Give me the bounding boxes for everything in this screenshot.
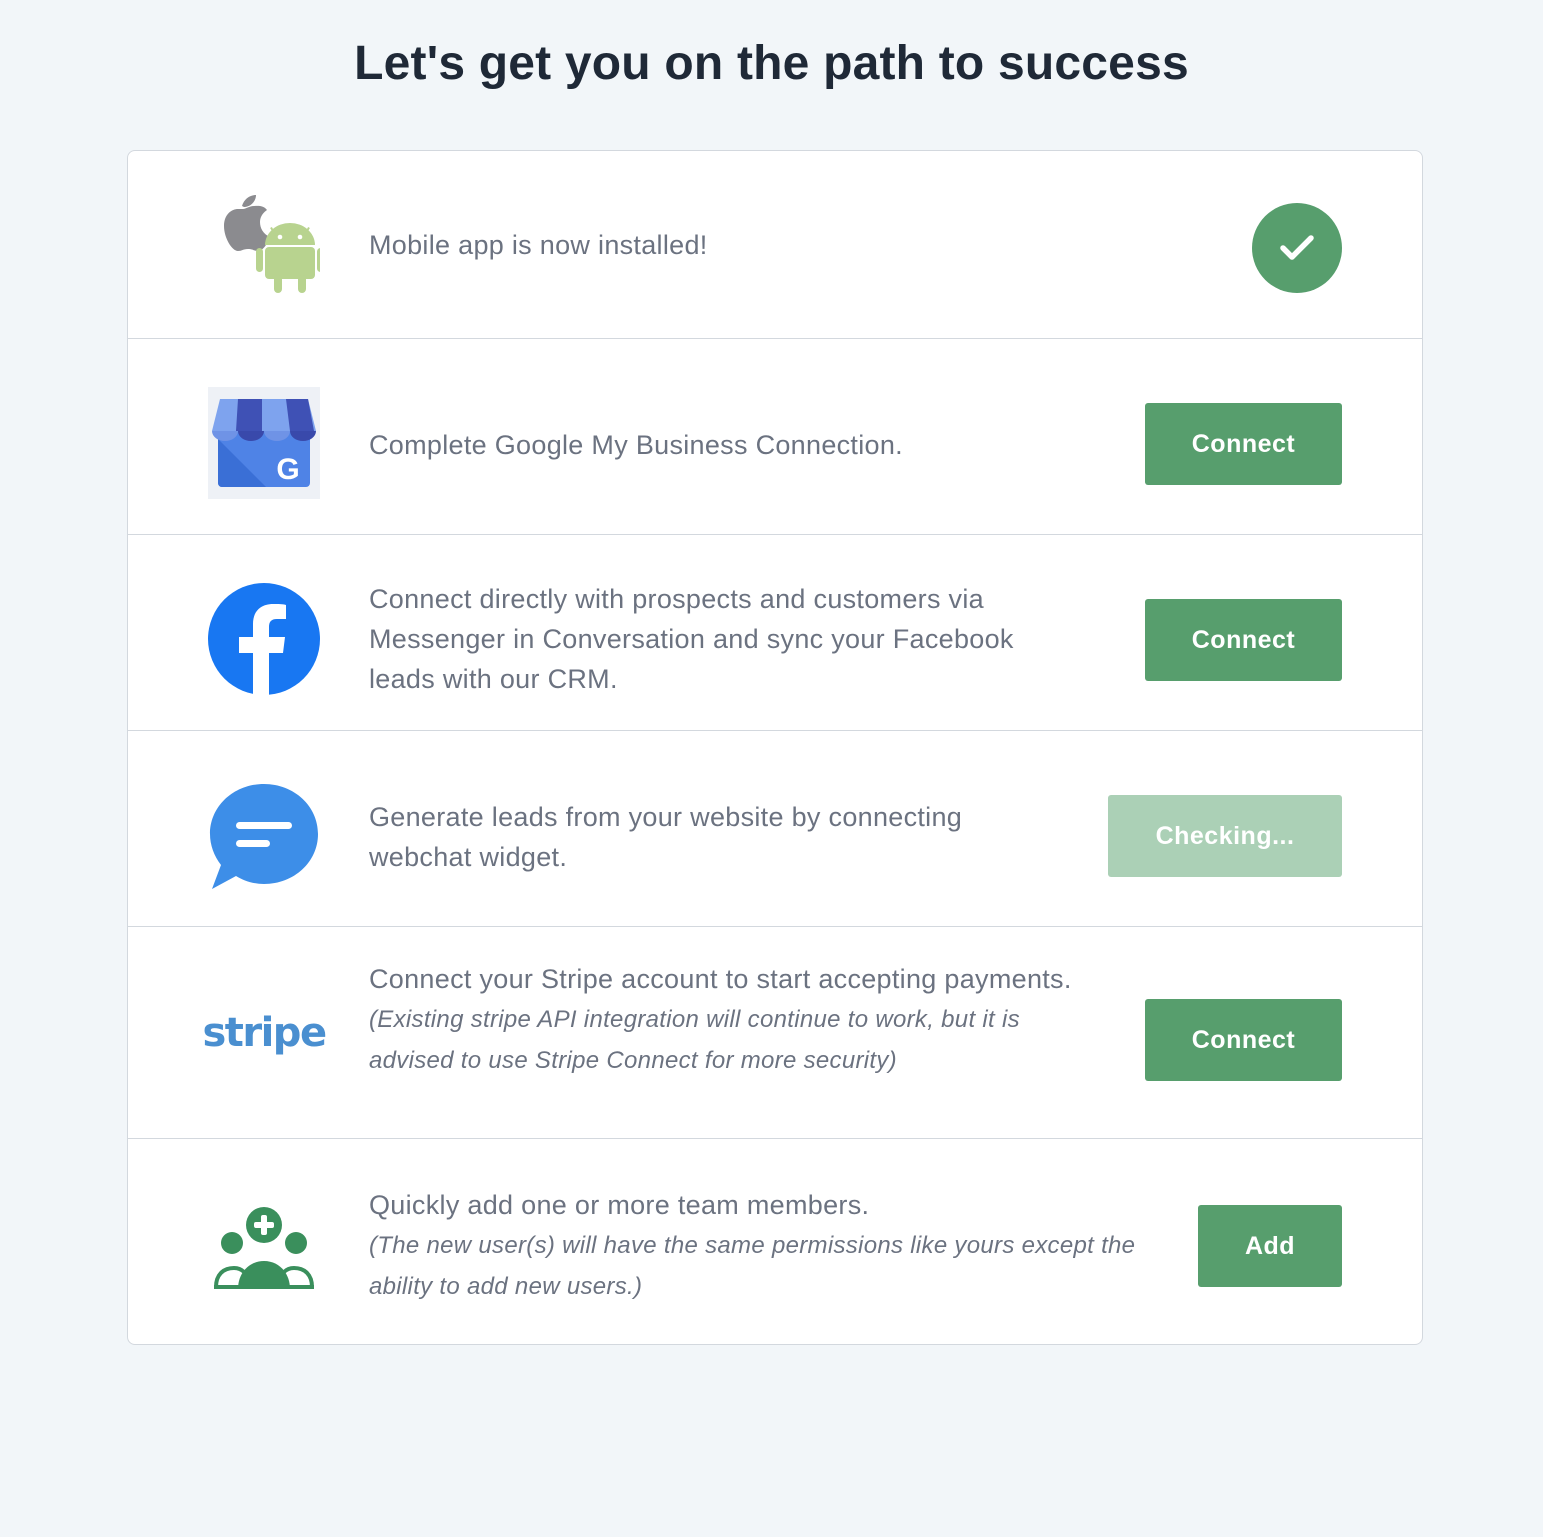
- onboarding-steps-card: Mobile app is now installed! G Complete …: [127, 150, 1423, 1345]
- facebook-connect-button[interactable]: Connect: [1145, 599, 1342, 681]
- stripe-logo: stripe: [202, 977, 327, 1089]
- step-mobile-app: Mobile app is now installed!: [128, 151, 1422, 339]
- facebook-icon: [208, 583, 320, 695]
- step-text: Connect your Stripe account to start acc…: [369, 964, 1072, 994]
- step-text: Quickly add one or more team members.: [369, 1190, 870, 1220]
- svg-text:G: G: [276, 453, 299, 486]
- step-text: Connect directly with prospects and cust…: [369, 584, 1014, 694]
- apple-android-icon: [208, 189, 320, 301]
- step-text: Complete Google My Business Connection.: [369, 430, 903, 460]
- step-webchat: Generate leads from your website by conn…: [128, 731, 1422, 927]
- step-facebook: Connect directly with prospects and cust…: [128, 535, 1422, 731]
- stripe-connect-button[interactable]: Connect: [1145, 999, 1342, 1081]
- step-note: (The new user(s) will have the same perm…: [369, 1232, 1136, 1300]
- step-google-my-business: G Complete Google My Business Connection…: [128, 339, 1422, 535]
- step-team-members: Quickly add one or more team members. (T…: [128, 1139, 1422, 1344]
- step-stripe: stripe Connect your Stripe account to st…: [128, 927, 1422, 1139]
- stripe-logo-text: stripe: [202, 1010, 327, 1056]
- page-title: Let's get you on the path to success: [354, 37, 1189, 90]
- step-text: Mobile app is now installed!: [369, 230, 708, 260]
- google-connect-button[interactable]: Connect: [1145, 403, 1342, 485]
- add-team-members-button[interactable]: Add: [1198, 1205, 1342, 1287]
- webchat-icon: [208, 779, 320, 891]
- google-my-business-icon: G: [208, 387, 320, 499]
- step-text: Generate leads from your website by conn…: [369, 802, 963, 872]
- step-note: (Existing stripe API integration will co…: [369, 1006, 1020, 1074]
- check-icon: [1280, 235, 1314, 260]
- webchat-checking-button[interactable]: Checking...: [1108, 795, 1342, 877]
- add-team-icon: [208, 1185, 320, 1297]
- completed-status-badge: [1252, 203, 1342, 293]
